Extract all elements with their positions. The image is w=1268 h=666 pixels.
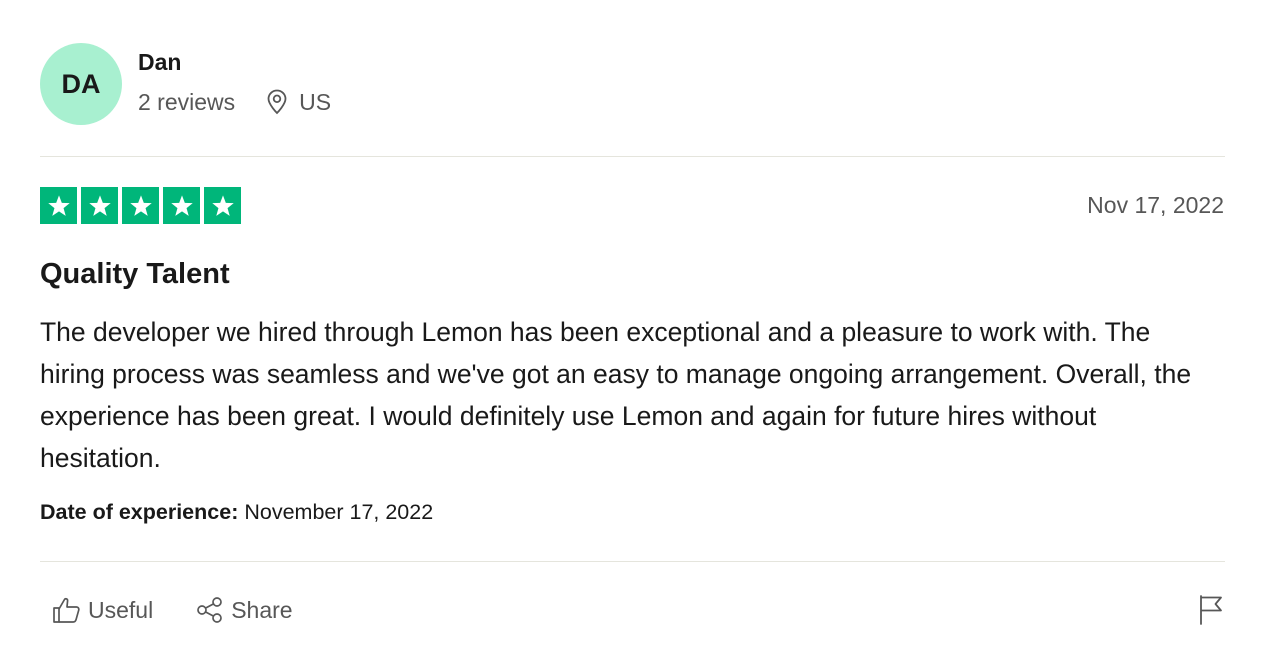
review-title[interactable]: Quality Talent xyxy=(40,257,230,291)
star-icon xyxy=(88,194,111,216)
review-card: DA Dan 2 reviews US Nov 17, 2022 Quality… xyxy=(0,0,1268,666)
avatar-initials: DA xyxy=(61,68,101,99)
date-of-experience: Date of experience: November 17, 2022 xyxy=(40,498,433,526)
useful-label: Useful xyxy=(88,597,154,623)
star-rating xyxy=(40,187,241,224)
reviewer-name[interactable]: Dan xyxy=(138,49,331,75)
footer-divider xyxy=(40,561,1225,562)
header-divider xyxy=(40,156,1225,157)
flag-icon xyxy=(1200,595,1222,625)
share-label: Share xyxy=(231,597,293,623)
thumbs-up-icon xyxy=(53,597,80,623)
share-icon xyxy=(197,597,223,623)
reviewer-header: DA Dan 2 reviews US xyxy=(40,43,331,125)
reviewer-location: US xyxy=(267,89,331,115)
experience-label: Date of experience: xyxy=(40,500,239,524)
share-button[interactable]: Share xyxy=(195,595,293,625)
reviewer-meta: Dan 2 reviews US xyxy=(138,49,331,115)
reviews-count: 2 reviews xyxy=(138,89,236,115)
star-icon xyxy=(170,194,193,216)
report-button[interactable] xyxy=(1198,594,1224,631)
review-date: Nov 17, 2022 xyxy=(1087,192,1224,218)
star-icon xyxy=(129,194,152,216)
star-icon xyxy=(47,194,70,216)
star-1 xyxy=(40,187,77,224)
star-icon xyxy=(211,194,234,216)
location-pin-icon xyxy=(267,89,287,115)
review-body: The developer we hired through Lemon has… xyxy=(40,317,1192,473)
useful-button[interactable]: Useful xyxy=(52,595,153,625)
avatar[interactable]: DA xyxy=(40,43,122,125)
star-3 xyxy=(122,187,159,224)
reviewer-details: 2 reviews US xyxy=(138,89,331,115)
star-2 xyxy=(81,187,118,224)
location-text: US xyxy=(299,89,332,115)
experience-date: November 17, 2022 xyxy=(244,500,434,524)
star-4 xyxy=(163,187,200,224)
review-actions: Useful Share xyxy=(52,595,293,625)
star-5 xyxy=(204,187,241,224)
